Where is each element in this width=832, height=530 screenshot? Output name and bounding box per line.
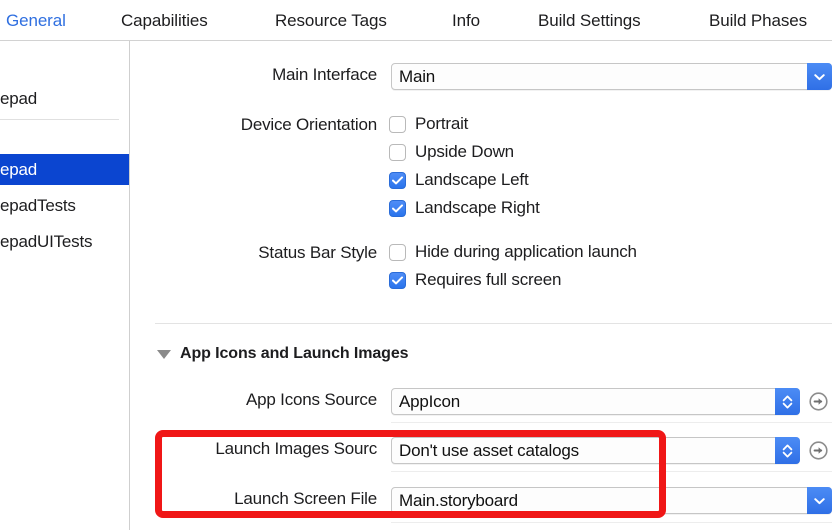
row-main-interface: Main Interface Main xyxy=(130,63,832,91)
tab-info[interactable]: Info xyxy=(452,10,480,31)
arrow-right-circle-icon[interactable] xyxy=(809,441,828,460)
row-launch-images-source: Launch Images Sourc Don't use asset cata… xyxy=(130,437,832,465)
field-underline xyxy=(391,422,832,423)
triangle-down-icon[interactable] xyxy=(157,349,171,359)
checkbox-label: Requires full screen xyxy=(415,270,562,289)
tab-build-phases[interactable]: Build Phases xyxy=(709,10,807,31)
status-bar-style-label: Status Bar Style xyxy=(258,243,377,262)
sidebar-item-label: epadUITests xyxy=(0,231,93,251)
section-divider xyxy=(155,323,832,324)
sidebar-item-project[interactable]: epad xyxy=(0,83,129,114)
sidebar-item-label: epad xyxy=(0,159,38,179)
row-device-orientation: Device Orientation xyxy=(130,113,832,141)
project-editor-tabbar: General Capabilities Resource Tags Info … xyxy=(0,0,832,41)
launch-images-source-label: Launch Images Sourc xyxy=(215,439,377,458)
launch-images-source-combo[interactable]: Don't use asset catalogs xyxy=(391,437,800,464)
checkbox-hide-during-launch[interactable]: Hide during application launch xyxy=(389,241,637,263)
launch-screen-file-value: Main.storyboard xyxy=(399,490,518,510)
sidebar-item-target-epad[interactable]: epad xyxy=(0,154,129,185)
tab-resource-tags[interactable]: Resource Tags xyxy=(275,10,387,31)
chevron-down-icon[interactable] xyxy=(807,63,832,90)
main-interface-value: Main xyxy=(399,66,436,86)
checkbox-landscape-right[interactable]: Landscape Right xyxy=(389,197,540,219)
app-icons-source-value: AppIcon xyxy=(399,391,460,411)
checkbox-box[interactable] xyxy=(389,115,406,133)
device-orientation-label: Device Orientation xyxy=(240,115,377,134)
launch-images-source-value: Don't use asset catalogs xyxy=(399,440,579,460)
checkbox-upside-down[interactable]: Upside Down xyxy=(389,141,514,163)
checkbox-label: Upside Down xyxy=(415,142,514,161)
checkbox-box[interactable] xyxy=(389,143,406,161)
project-navigator-sidebar: epad epad epadTests epadUITests xyxy=(0,41,129,530)
checkbox-requires-full-screen[interactable]: Requires full screen xyxy=(389,269,561,291)
checkbox-box[interactable] xyxy=(389,171,406,189)
app-icons-source-combo[interactable]: AppIcon xyxy=(391,388,800,415)
main-interface-combo[interactable]: Main xyxy=(391,63,832,90)
launch-screen-file-combo[interactable]: Main.storyboard xyxy=(391,487,832,514)
sidebar-item-label: epad xyxy=(0,88,38,108)
checkbox-label: Portrait xyxy=(415,114,469,133)
chevron-up-down-icon[interactable] xyxy=(775,388,800,415)
checkbox-label: Hide during application launch xyxy=(415,242,637,261)
section-header-app-icons[interactable]: App Icons and Launch Images xyxy=(157,345,409,363)
tab-general[interactable]: General xyxy=(6,10,66,31)
arrow-right-circle-icon[interactable] xyxy=(809,392,828,411)
checkbox-landscape-left[interactable]: Landscape Left xyxy=(389,169,529,191)
field-underline xyxy=(391,522,832,523)
chevron-up-down-icon[interactable] xyxy=(775,437,800,464)
app-icons-source-label: App Icons Source xyxy=(246,390,377,409)
section-title: App Icons and Launch Images xyxy=(180,345,409,362)
row-app-icons-source: App Icons Source AppIcon xyxy=(130,388,832,416)
tab-capabilities[interactable]: Capabilities xyxy=(121,10,208,31)
sidebar-divider xyxy=(0,119,119,120)
checkbox-box[interactable] xyxy=(389,243,406,261)
checkbox-portrait[interactable]: Portrait xyxy=(389,113,468,135)
checkbox-box[interactable] xyxy=(389,271,406,289)
main-interface-label: Main Interface xyxy=(272,65,377,84)
launch-screen-file-label: Launch Screen File xyxy=(234,489,377,508)
checkbox-box[interactable] xyxy=(389,199,406,217)
tab-build-settings[interactable]: Build Settings xyxy=(538,10,641,31)
row-launch-screen-file: Launch Screen File Main.storyboard xyxy=(130,487,832,515)
sidebar-item-target-epadtests[interactable]: epadTests xyxy=(0,190,129,221)
chevron-down-icon[interactable] xyxy=(807,487,832,514)
sidebar-item-label: epadTests xyxy=(0,195,76,215)
checkbox-label: Landscape Left xyxy=(415,170,529,189)
checkbox-label: Landscape Right xyxy=(415,198,540,217)
field-underline xyxy=(391,471,832,472)
general-settings-pane: Main Interface Main Device Orientation P… xyxy=(130,41,832,530)
sidebar-item-target-epaduitests[interactable]: epadUITests xyxy=(0,226,129,257)
